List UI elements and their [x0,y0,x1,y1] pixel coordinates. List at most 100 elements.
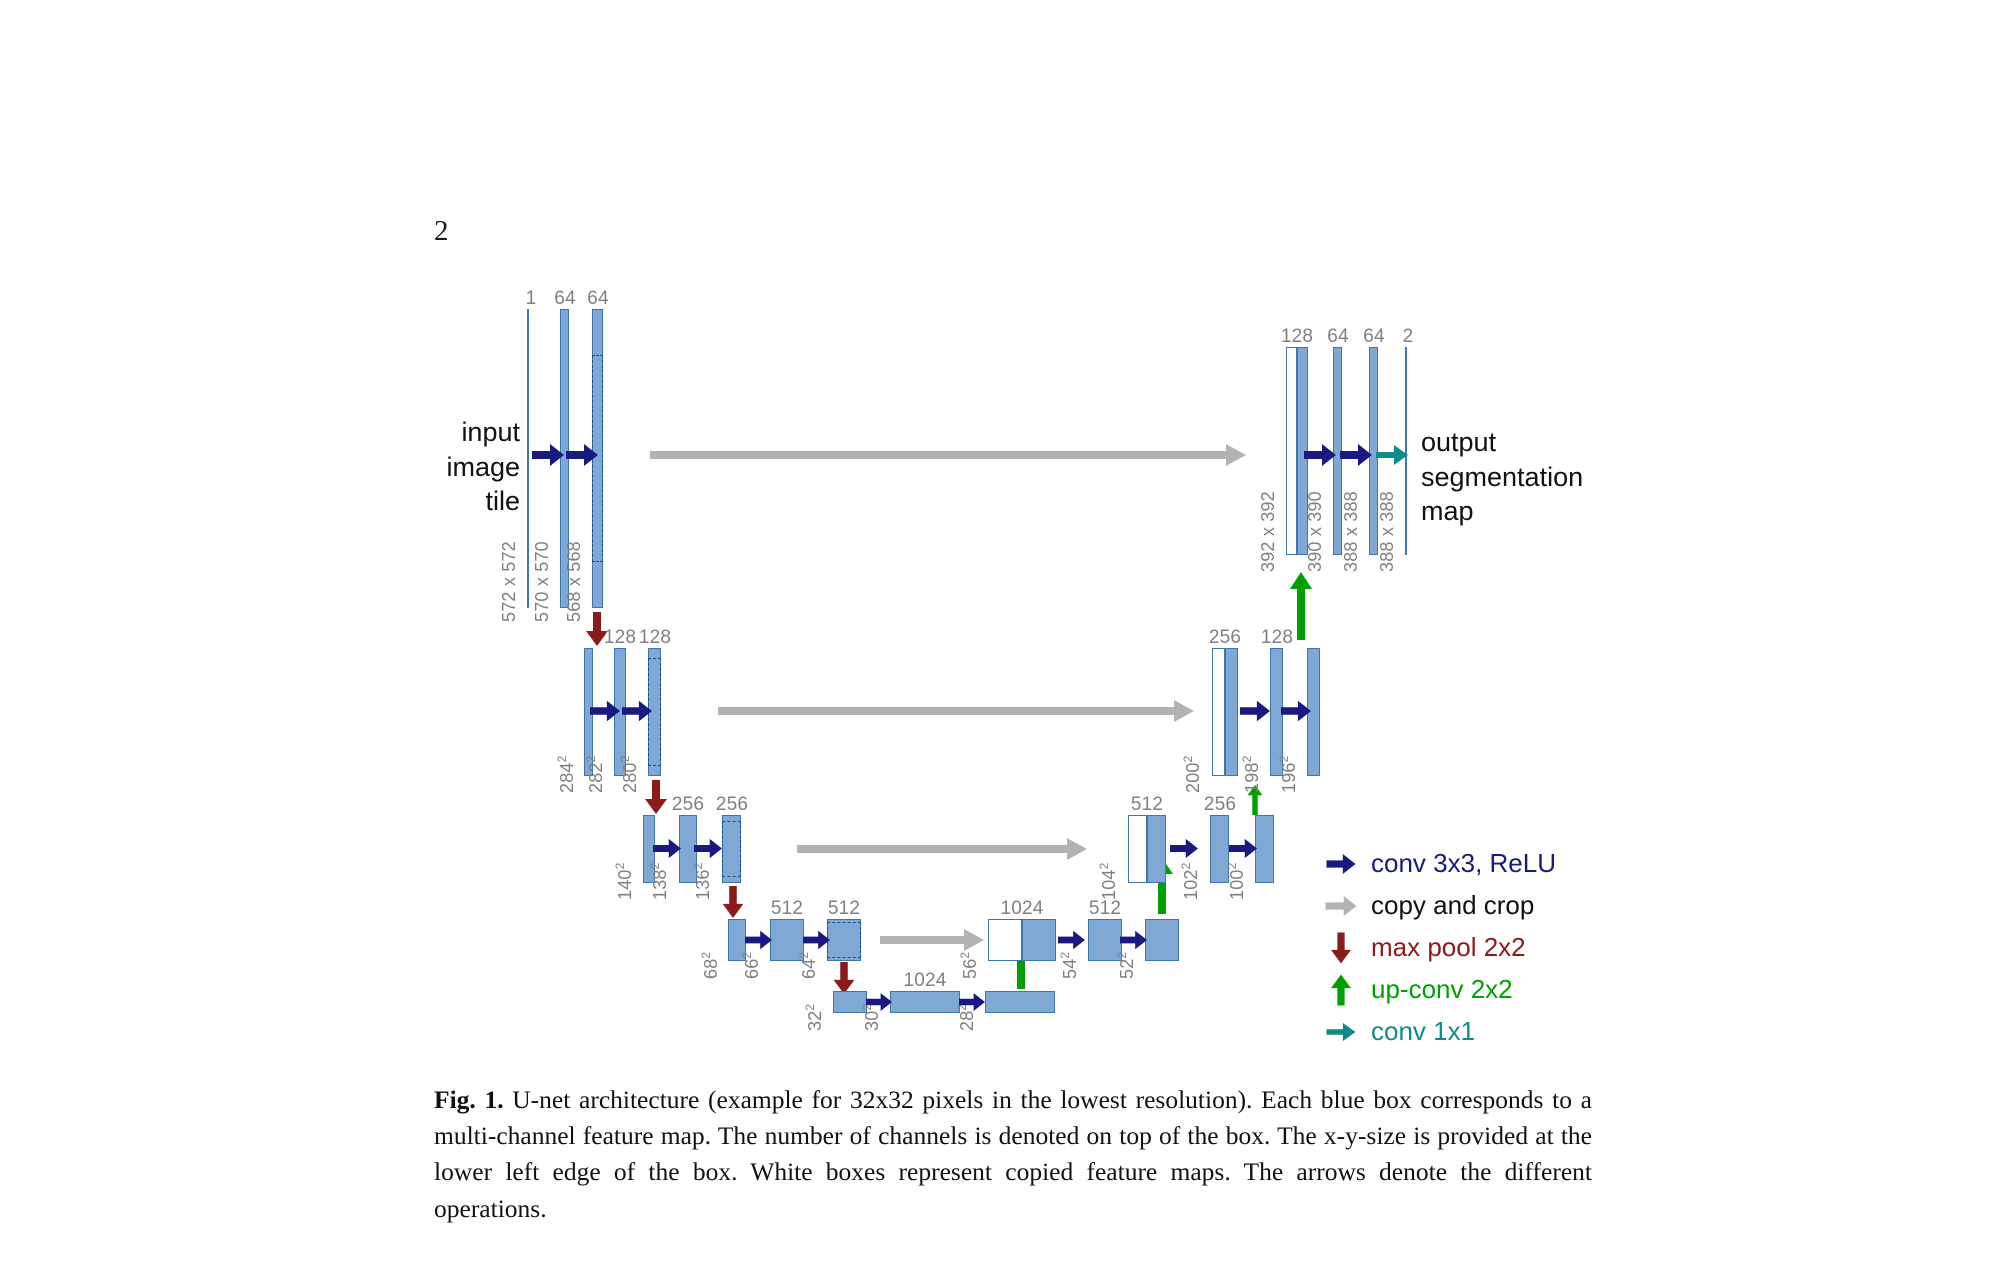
channel-label-enc2-b: 128 [638,627,672,648]
legend-label-conv1x1: conv 1x1 [1371,1016,1476,1046]
size-label-dec1-b: 388 x 388 [1341,491,1361,572]
feature-box-dec2-cat-copied [1212,648,1225,776]
size-label-dec2-b: 1962 [1277,755,1299,793]
legend-label-maxpool: max pool 2x2 [1371,932,1526,962]
conv-arrow-enc3-2 [694,838,722,859]
channel-label-enc3-b: 256 [715,794,749,815]
conv-arrow-dec1-2 [1340,444,1372,466]
conv-arrow-dec2-1 [1240,700,1270,722]
conv-arrow-enc2-1 [590,700,620,722]
size-label-enc2-in: 2842 [555,755,577,793]
legend-item-conv3x3: conv 3x3, ReLU [1315,845,1556,882]
size-label-dec3-cat: 1042 [1097,862,1119,900]
conv-arrow-dec3-1 [1170,838,1198,859]
copy-crop-arrow-icon [1315,895,1367,916]
upconv-arrow-icon [1315,974,1367,1006]
feature-box-enc1-in [527,309,529,608]
channel-label-enc4-a: 512 [770,898,804,919]
size-label-enc4-b: 642 [797,951,819,979]
input-image-tile-label: input image tile [446,417,520,517]
channel-label-dec2-cat: 256 [1208,627,1242,648]
size-label-dec2-cat: 2002 [1181,755,1203,793]
size-label-dec1-cat: 392 x 392 [1258,491,1278,572]
channel-label-enc1-a: 64 [554,288,576,309]
feature-box-enc3-b-crop [722,821,741,877]
channel-label-dec1-cat: 128 [1280,326,1314,347]
size-label-dec4-a: 542 [1058,951,1080,979]
legend-label-conv3x3: conv 3x3, ReLU [1371,848,1556,878]
size-label-bot-in: 322 [803,1003,825,1031]
channel-label-dec1-out: 2 [1402,326,1414,347]
legend-item-conv1x1: conv 1x1 [1315,1013,1556,1050]
legend-label-copy-crop: copy and crop [1371,890,1535,920]
conv-arrow-icon [1315,853,1367,874]
maxpool-arrow-3 [722,886,744,918]
size-label-enc4-a: 662 [740,951,762,979]
conv-arrow-dec4-1 [1058,930,1085,950]
channel-label-enc4-b: 512 [827,898,861,919]
conv-arrow-dec1-1 [1304,444,1336,466]
conv1x1-arrow [1376,444,1408,466]
feature-box-dec4-cat-copied [988,919,1022,961]
conv-arrow-enc4-2 [803,930,830,950]
caption-text: U-net architecture (example for 32x32 pi… [434,1085,1592,1223]
feature-box-dec1-cat-copied [1286,347,1297,555]
conv-arrow-dec2-2 [1281,700,1311,722]
size-label-enc3-in: 1402 [613,862,635,900]
size-label-enc1-in: 572 x 572 [499,541,519,622]
size-label-enc4-in: 682 [699,951,721,979]
feature-box-bot-b [985,991,1055,1013]
size-label-enc3-b: 1362 [691,862,713,900]
size-label-dec4-cat: 562 [958,951,980,979]
channel-label-enc2-a: 128 [603,627,637,648]
size-label-dec4-b: 522 [1115,951,1137,979]
channel-label-enc1-in: 1 [525,288,537,309]
feature-box-dec4-b [1145,919,1179,961]
channel-label-dec3-a: 256 [1203,794,1237,815]
channel-label-enc3-a: 256 [671,794,705,815]
size-label-enc1-a: 570 x 570 [532,541,552,622]
copy-crop-arrow-1 [650,444,1246,466]
legend-item-maxpool: max pool 2x2 [1315,929,1556,966]
size-label-enc1-b: 568 x 568 [564,541,584,622]
maxpool-arrow-4 [833,962,855,994]
conv-arrow-dec3-2 [1229,838,1257,859]
size-label-enc2-b: 2802 [618,755,640,793]
feature-box-dec3-cat-copied [1128,815,1147,883]
channel-label-dec4-cat: 1024 [1000,898,1044,919]
conv1x1-arrow-icon [1315,1022,1367,1042]
copy-crop-arrow-3 [797,838,1087,860]
conv-arrow-enc1-1 [532,444,564,466]
conv-arrow-enc2-2 [622,700,652,722]
conv-arrow-bot-1 [866,992,892,1012]
maxpool-arrow-icon [1315,932,1367,964]
channel-label-enc1-b: 64 [587,288,609,309]
legend-item-upconv: up-conv 2x2 [1315,971,1556,1008]
copy-crop-arrow-2 [718,700,1194,722]
size-label-dec3-a: 1022 [1179,862,1201,900]
size-label-dec1-out: 388 x 388 [1377,491,1397,572]
conv-arrow-enc4-1 [745,930,772,950]
legend: conv 3x3, ReLU copy and crop max pool 2x… [1315,845,1556,1055]
maxpool-arrow-2 [645,780,667,814]
size-label-enc3-a: 1382 [648,862,670,900]
caption-figure-number: Fig. 1. [434,1085,504,1114]
output-segmentation-map-label: output segmentation map [1421,427,1584,527]
channel-label-dec1-a: 64 [1327,326,1349,347]
page-number: 2 [434,215,449,247]
legend-label-upconv: up-conv 2x2 [1371,974,1513,1004]
figure-page: 2 1 572 x 572 64 570 x 570 64 568 x 568 … [0,0,2000,1286]
size-label-dec2-a: 1982 [1240,755,1262,793]
feature-box-bot-a [890,991,960,1013]
copy-crop-arrow-4 [880,929,984,951]
channel-label-dec4-a: 512 [1088,898,1122,919]
size-label-enc2-a: 2822 [584,755,606,793]
channel-label-dec2-a: 128 [1260,627,1294,648]
size-label-dec3-b: 1002 [1225,862,1247,900]
conv-arrow-bot-2 [959,992,985,1012]
conv-arrow-dec4-2 [1120,930,1147,950]
legend-item-copy-crop: copy and crop [1315,887,1556,924]
channel-label-dec1-b: 64 [1363,326,1385,347]
size-label-dec1-a: 390 x 390 [1305,491,1325,572]
upconv-arrow-1 [1290,572,1312,640]
